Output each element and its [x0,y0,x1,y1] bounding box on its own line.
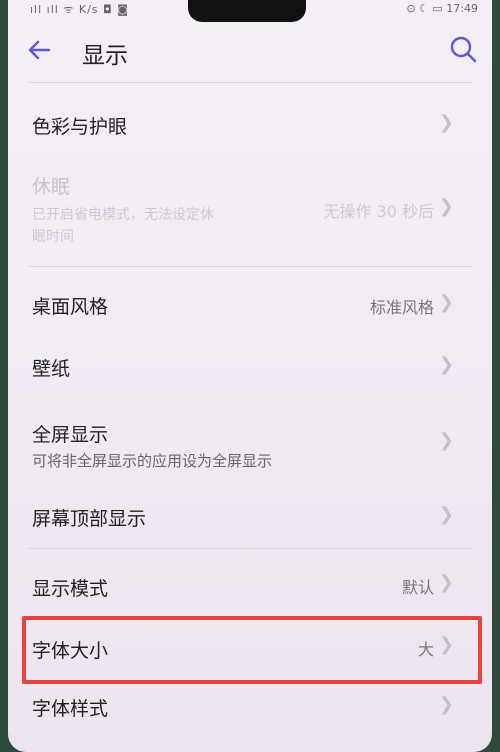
status-left: ıll ıll ᯤ K/s ◘ ◙ [30,3,129,16]
section-divider [28,548,472,549]
setting-wallpaper[interactable]: 壁纸 ❯ [8,336,492,396]
phone-screen: ıll ıll ᯤ K/s ◘ ◙ ⊙ ☾ ▭ 17:49 显示 色彩与护眼 ❯ [8,0,492,752]
setting-label: 休眠 [32,176,71,198]
arrow-left-icon [25,40,53,71]
chevron-right-icon: ❯ [438,196,454,217]
search-button[interactable] [448,34,482,68]
setting-color-eye-comfort[interactable]: 色彩与护眼 ❯ [8,96,492,158]
setting-sleep[interactable]: 休眠 已开启省电模式，无法设定休 眠时间 无操作 30 秒后 ❯ [8,164,492,256]
chevron-right-icon: ❯ [438,112,454,133]
setting-label: 壁纸 [32,358,71,380]
setting-sub-line-1: 已开启省电模式，无法设定休 [32,207,214,223]
back-button[interactable] [22,36,56,68]
chevron-right-icon: ❯ [438,504,454,525]
chevron-right-icon: ❯ [438,694,454,715]
setting-desktop-style[interactable]: 桌面风格 标准风格 ❯ [8,274,492,334]
chevron-right-icon: ❯ [438,354,454,375]
setting-label: 全屏显示 [32,424,109,446]
highlight-box [22,616,482,684]
chevron-right-icon: ❯ [438,430,454,451]
search-icon [448,36,478,68]
setting-label: 显示模式 [32,578,109,600]
setting-display-mode[interactable]: 显示模式 默认 ❯ [8,556,492,614]
setting-value: 默认 [401,578,434,597]
setting-label: 色彩与护眼 [32,116,128,138]
camera-notch [188,0,306,22]
section-divider [28,266,472,267]
setting-label: 屏幕顶部显示 [32,508,147,530]
setting-fullscreen-display[interactable]: 全屏显示 可将非全屏显示的应用设为全屏显示 ❯ [8,412,492,482]
status-right: ⊙ ☾ ▭ 17:49 [406,2,478,15]
chevron-right-icon: ❯ [438,292,454,313]
app-bar: 显示 [8,22,492,80]
setting-font-style[interactable]: 字体样式 ❯ [8,684,492,742]
setting-screen-top-display[interactable]: 屏幕顶部显示 ❯ [8,490,492,546]
setting-value: 标准风格 [369,298,434,317]
setting-sub: 可将非全屏显示的应用设为全屏显示 [32,452,273,470]
setting-label: 桌面风格 [32,296,109,318]
header-divider [28,82,472,83]
setting-sub-line-2: 眠时间 [32,229,74,245]
setting-value: 无操作 30 秒后 [323,202,434,221]
setting-label: 字体样式 [32,698,109,720]
chevron-right-icon: ❯ [438,572,454,593]
page-title: 显示 [82,43,128,69]
